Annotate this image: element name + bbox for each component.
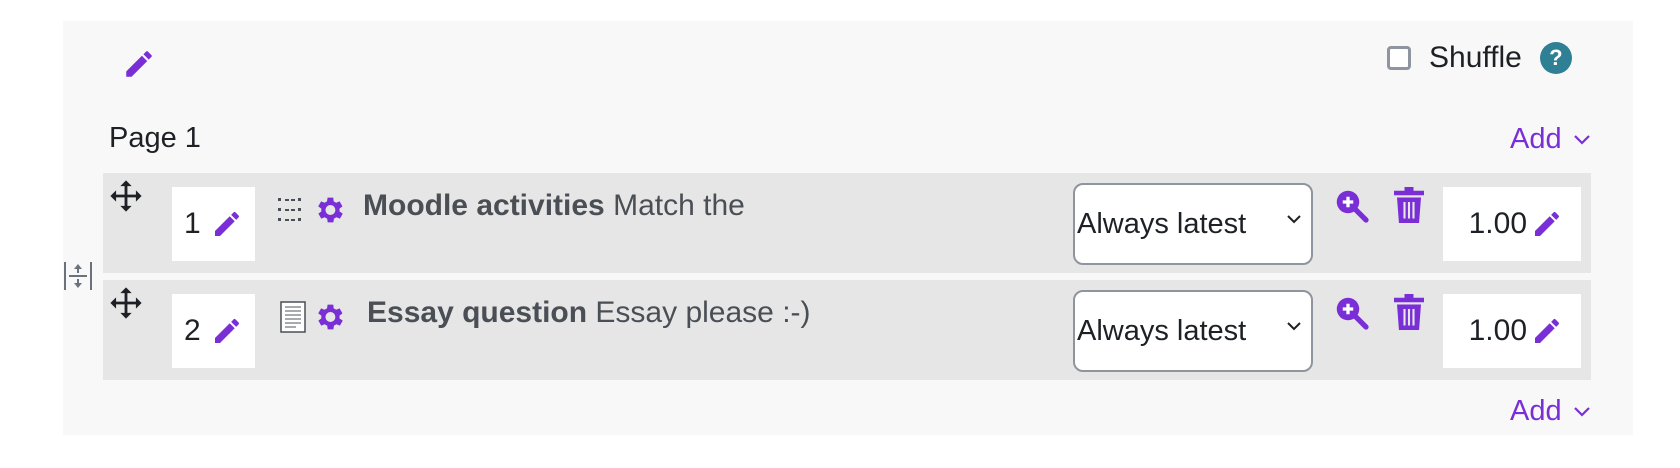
question-type-icons bbox=[280, 300, 346, 334]
question-name: Essay question bbox=[367, 296, 588, 329]
question-name: Moodle activities bbox=[363, 189, 605, 222]
edit-section-heading-icon[interactable] bbox=[122, 47, 156, 81]
question-number-box: 1 bbox=[172, 187, 255, 261]
max-mark-box: 1.00 bbox=[1443, 187, 1581, 261]
chevron-down-icon bbox=[1287, 322, 1301, 331]
question-number-box: 2 bbox=[172, 294, 255, 368]
add-label: Add bbox=[1510, 123, 1562, 155]
essay-question-icon bbox=[280, 301, 306, 333]
edit-mark-icon[interactable] bbox=[1531, 208, 1563, 240]
help-glyph: ? bbox=[1549, 45, 1563, 70]
chevron-down-icon bbox=[1573, 406, 1590, 417]
gear-icon[interactable] bbox=[312, 300, 346, 334]
question-slot-2: 2 Essay question Essay please :-) Always… bbox=[103, 280, 1591, 380]
question-number: 2 bbox=[184, 314, 201, 347]
preview-question-icon[interactable] bbox=[1333, 294, 1369, 330]
version-select[interactable]: Always latest bbox=[1073, 183, 1313, 265]
edit-question-number-icon[interactable] bbox=[211, 208, 243, 240]
shuffle-checkbox[interactable] bbox=[1387, 46, 1411, 70]
add-menu-bottom[interactable]: Add bbox=[1510, 395, 1590, 428]
help-icon[interactable]: ? bbox=[1539, 42, 1572, 74]
question-title-text[interactable]: Moodle activities Match the bbox=[363, 189, 745, 223]
question-text: Match the bbox=[613, 189, 745, 222]
max-mark: 1.00 bbox=[1468, 207, 1527, 240]
edit-mark-icon[interactable] bbox=[1531, 315, 1563, 347]
page-title: Page 1 bbox=[109, 122, 201, 154]
matching-question-icon bbox=[278, 198, 301, 221]
delete-icon[interactable] bbox=[1393, 294, 1425, 330]
edit-question-number-icon[interactable] bbox=[211, 315, 243, 347]
max-mark: 1.00 bbox=[1468, 314, 1527, 347]
question-type-icons bbox=[276, 193, 346, 227]
expand-collapse-icon[interactable] bbox=[62, 260, 94, 292]
move-icon[interactable] bbox=[109, 286, 143, 320]
max-mark-box: 1.00 bbox=[1443, 294, 1581, 368]
delete-icon[interactable] bbox=[1393, 187, 1425, 223]
gear-icon[interactable] bbox=[312, 193, 346, 227]
question-slot-1: 1 Moodle activities Match the Always lat… bbox=[103, 173, 1591, 273]
version-selected: Always latest bbox=[1077, 314, 1247, 347]
version-selected: Always latest bbox=[1077, 207, 1247, 240]
version-select[interactable]: Always latest bbox=[1073, 290, 1313, 372]
add-menu-top[interactable]: Add bbox=[1510, 123, 1590, 156]
question-number: 1 bbox=[184, 207, 201, 240]
move-icon[interactable] bbox=[109, 179, 143, 213]
question-title-text[interactable]: Essay question Essay please :-) bbox=[367, 296, 811, 330]
chevron-down-icon bbox=[1287, 215, 1301, 224]
chevron-down-icon bbox=[1573, 134, 1590, 145]
question-text: Essay please :-) bbox=[595, 296, 811, 329]
shuffle-label: Shuffle bbox=[1429, 41, 1522, 74]
add-label: Add bbox=[1510, 395, 1562, 427]
shuffle-control: Shuffle ? bbox=[1387, 38, 1572, 78]
preview-question-icon[interactable] bbox=[1333, 187, 1369, 223]
